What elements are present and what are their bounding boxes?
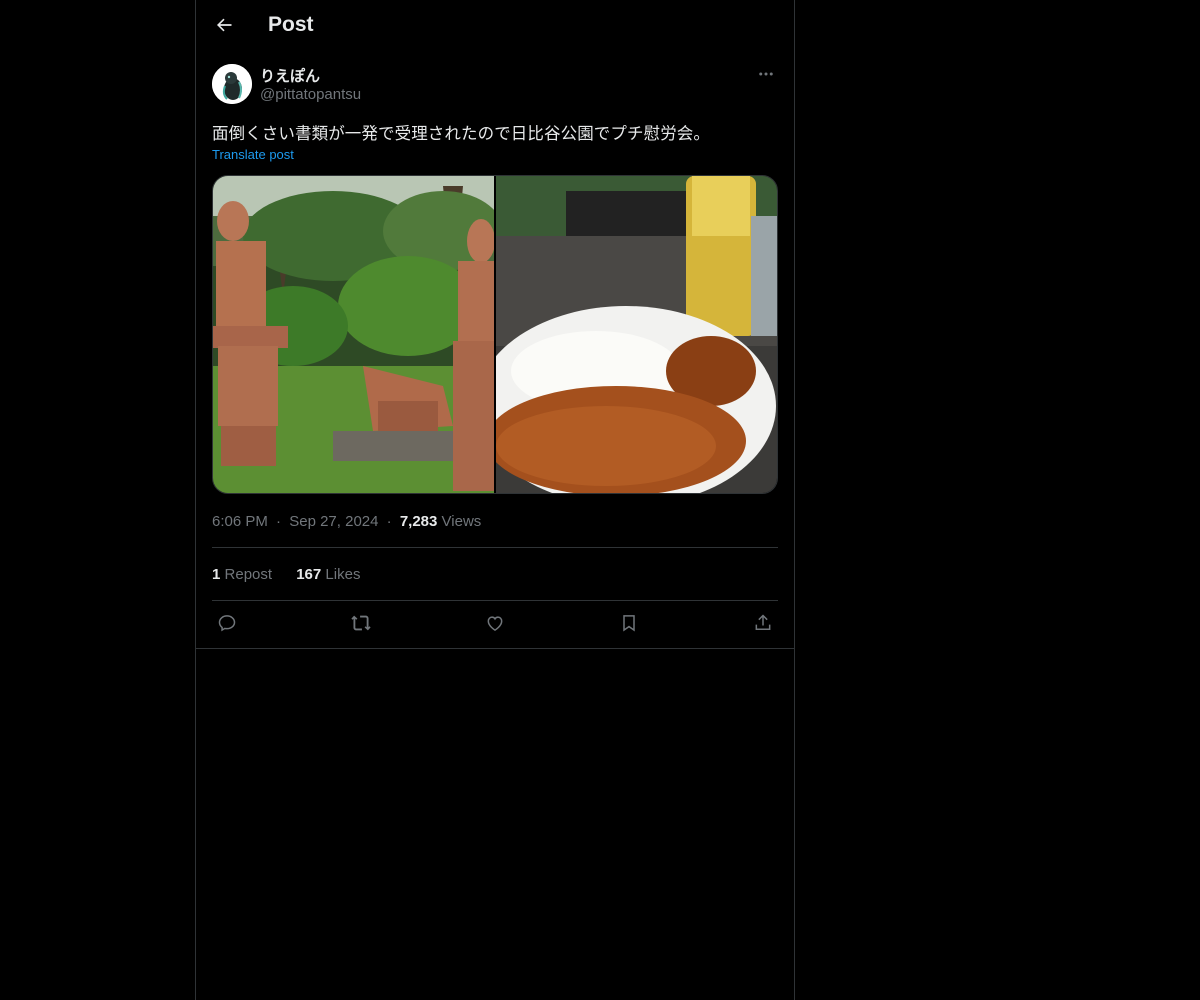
translate-post-link[interactable]: Translate post xyxy=(212,147,294,162)
likes-count: 167 xyxy=(296,566,322,583)
back-button[interactable] xyxy=(208,11,240,43)
reply-icon xyxy=(217,613,237,638)
repost-button[interactable] xyxy=(348,612,374,638)
reply-button[interactable] xyxy=(214,612,240,638)
photo-curry-beer[interactable] xyxy=(496,176,777,493)
photo-park-haniwa[interactable] xyxy=(213,176,494,493)
divider xyxy=(212,547,778,548)
likes-label: Likes xyxy=(325,566,361,583)
divider xyxy=(212,600,778,601)
post-stats: 1 Repost 167 Likes xyxy=(212,566,380,583)
post-date[interactable]: Sep 27, 2024 xyxy=(289,513,378,530)
repost-icon xyxy=(350,612,372,639)
reposts-stat[interactable]: 1 Repost xyxy=(212,566,272,583)
post-author: りえぽん @pittatopantsu xyxy=(212,64,778,108)
reposts-label: Repost xyxy=(224,566,273,583)
more-horizontal-icon xyxy=(757,65,775,88)
views-count: 7,283 xyxy=(399,513,438,530)
reposts-count: 1 xyxy=(212,566,221,583)
post-metadata: 6:06 PM · Sep 27, 2024 · 7,283 Views xyxy=(212,513,481,530)
like-icon xyxy=(485,613,505,638)
bookmark-icon xyxy=(619,613,639,638)
post-media xyxy=(212,175,778,494)
main-column: Post りえぽん @pittatopantsu 面倒くさい書類が一発で受理され… xyxy=(195,0,795,1000)
bookmark-button[interactable] xyxy=(616,612,642,638)
arrow-left-icon xyxy=(214,15,234,40)
views-label: Views xyxy=(441,513,482,530)
post-actions xyxy=(212,612,778,638)
top-bar: Post xyxy=(196,0,794,53)
share-button[interactable] xyxy=(750,612,776,638)
post-text: 面倒くさい書類が一発で受理されたので日比谷公園でプチ慰労会。 xyxy=(212,124,710,143)
page-title: Post xyxy=(268,13,314,36)
post-time[interactable]: 6:06 PM xyxy=(212,513,268,530)
divider xyxy=(196,648,794,649)
author-display-name[interactable]: りえぽん xyxy=(260,65,320,86)
like-button[interactable] xyxy=(482,612,508,638)
more-options-button[interactable] xyxy=(754,64,778,88)
likes-stat[interactable]: 167 Likes xyxy=(296,566,360,583)
author-handle[interactable]: @pittatopantsu xyxy=(260,86,361,103)
meta-separator: · xyxy=(276,513,282,530)
avatar[interactable] xyxy=(212,64,252,104)
share-icon xyxy=(753,613,773,638)
meta-separator: · xyxy=(386,513,392,530)
